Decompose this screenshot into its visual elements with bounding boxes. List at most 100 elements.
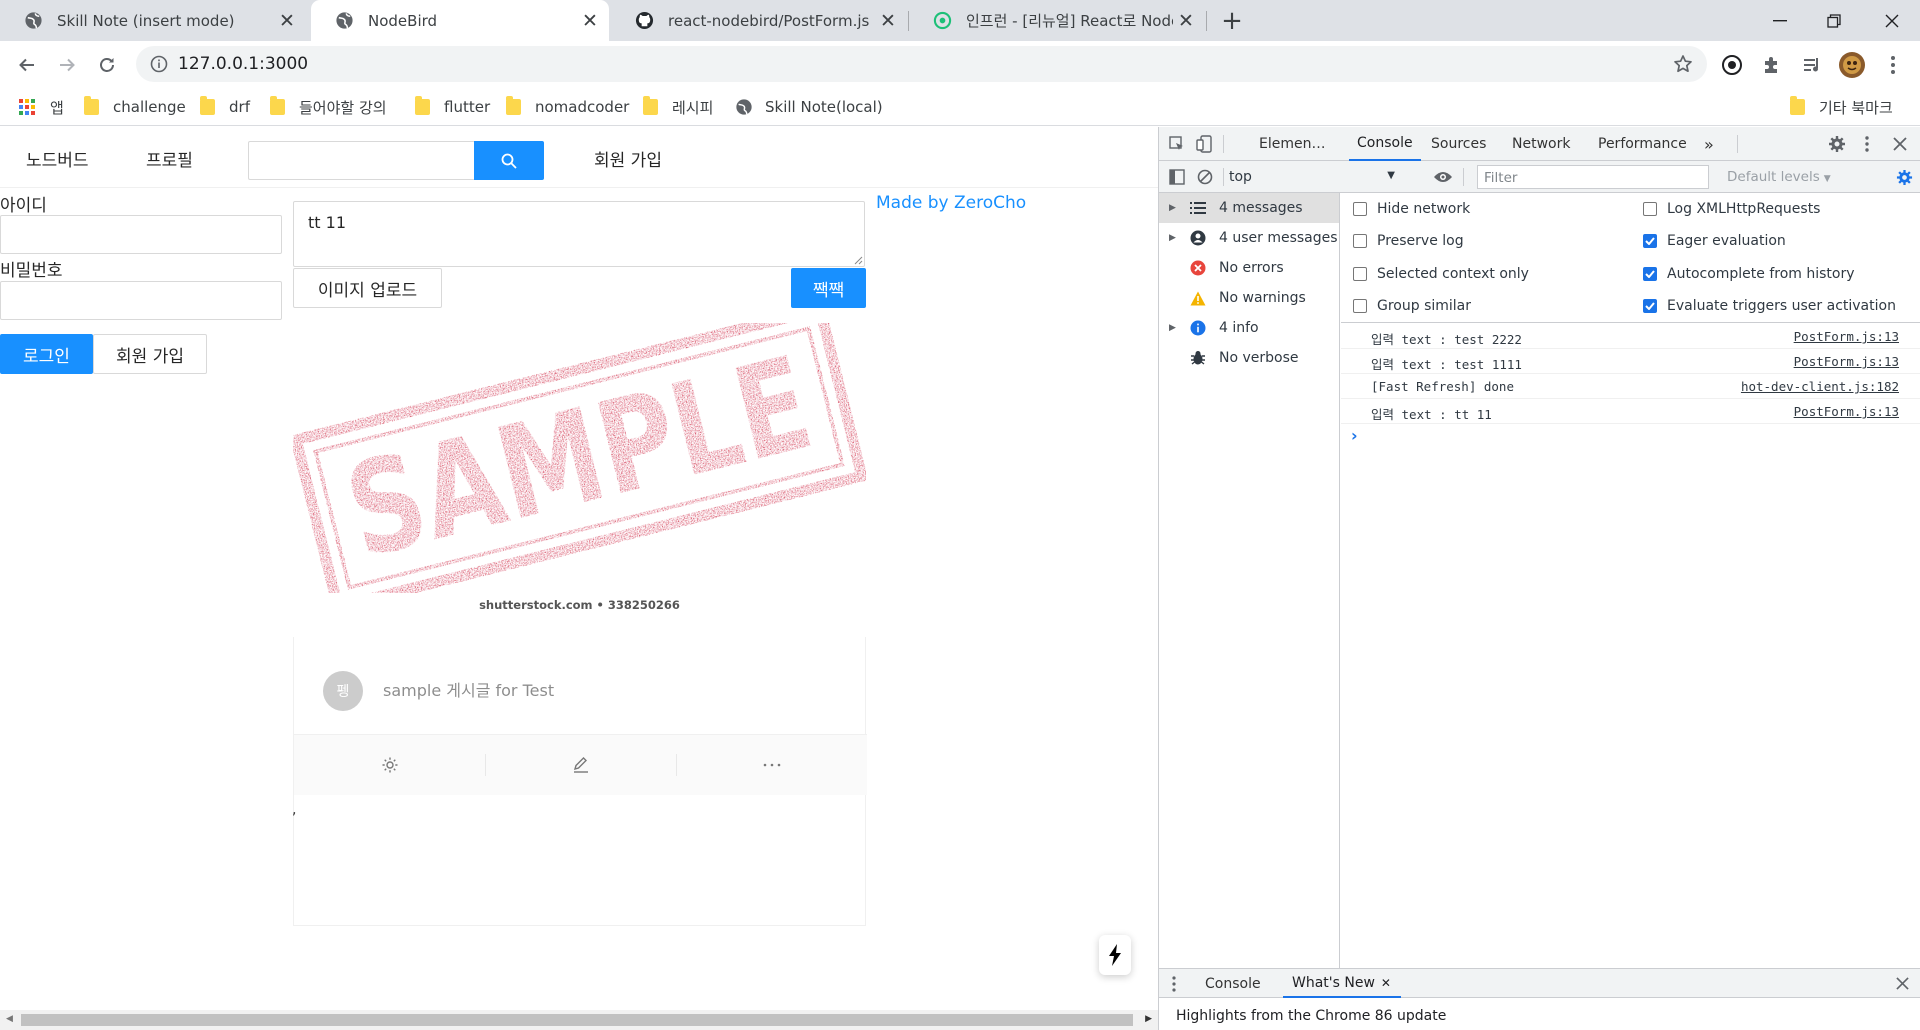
sidebar-item-verbose[interactable]: No verbose [1159, 343, 1339, 373]
user-activation-checkbox[interactable]: Evaluate triggers user activation [1643, 298, 1896, 314]
browser-tab-active[interactable]: NodeBird ✕ [311, 0, 609, 41]
scrollbar-thumb[interactable] [21, 1014, 1133, 1026]
new-tab-button[interactable]: + [1218, 6, 1246, 36]
hide-network-checkbox[interactable]: Hide network [1353, 201, 1470, 217]
close-tab-icon[interactable]: ✕ [577, 8, 603, 34]
close-tab-icon[interactable]: ✕ [875, 8, 901, 34]
tab-elements[interactable]: Elemen… [1259, 127, 1325, 161]
browser-tab[interactable]: react-nodebird/PostForm.js at m ✕ [611, 0, 907, 41]
close-drawer-icon[interactable] [1896, 977, 1909, 990]
profile-avatar[interactable] [1835, 48, 1869, 82]
context-selector[interactable]: top ▼ [1229, 165, 1395, 189]
log-source-link[interactable]: hot-dev-client.js:182 [1741, 379, 1899, 394]
tab-network[interactable]: Network [1512, 127, 1570, 161]
info-icon[interactable] [150, 55, 168, 73]
inspect-element-icon[interactable] [1169, 136, 1185, 152]
bookmark-folder[interactable]: nomadcoder [506, 96, 629, 118]
sidebar-item-warnings[interactable]: No warnings [1159, 283, 1339, 313]
log-levels-dropdown[interactable]: Default levels ▼ [1727, 169, 1831, 185]
tab-performance[interactable]: Performance [1598, 127, 1687, 161]
id-input[interactable] [0, 215, 282, 254]
login-button[interactable]: 로그인 [0, 334, 93, 374]
menu-item-signup[interactable]: 회원 가입 [594, 146, 662, 171]
preserve-log-checkbox[interactable]: Preserve log [1353, 233, 1464, 249]
submit-post-button[interactable]: 짹짹 [791, 268, 866, 308]
menu-item-profile[interactable]: 프로필 [146, 146, 193, 171]
autocomplete-history-checkbox[interactable]: Autocomplete from history [1643, 266, 1855, 282]
sidebar-item-messages[interactable]: ▶ 4 messages [1159, 193, 1339, 223]
device-toolbar-icon[interactable] [1196, 135, 1212, 153]
sidebar-toggle-icon[interactable] [1169, 169, 1185, 185]
forward-button[interactable] [50, 48, 84, 82]
browser-tab[interactable]: Skill Note (insert mode) ✕ [0, 0, 306, 41]
chrome-menu-button[interactable] [1876, 48, 1910, 82]
bookmark-folder[interactable]: challenge [84, 96, 186, 118]
bookmark-folder[interactable]: drf [200, 96, 250, 118]
browser-tab[interactable]: 인프런 - [리뉴얼] React로 NodeB ✕ [909, 0, 1205, 41]
console-settings-gear-icon[interactable] [1896, 169, 1913, 186]
group-similar-checkbox[interactable]: Group similar [1353, 298, 1471, 314]
bookmark-star-icon[interactable] [1673, 54, 1693, 74]
extension-button[interactable] [1715, 48, 1749, 82]
selected-context-checkbox[interactable]: Selected context only [1353, 266, 1529, 282]
more-tabs-icon[interactable]: » [1704, 127, 1714, 161]
bookmark-apps[interactable]: 앱 [18, 96, 64, 118]
bookmark-link[interactable]: Skill Note(local) [735, 96, 883, 118]
tab-sources[interactable]: Sources [1431, 127, 1486, 161]
settings-action[interactable] [294, 735, 485, 795]
close-tab-icon[interactable]: ✕ [1173, 8, 1199, 34]
credit-link[interactable]: Made by ZeroCho [876, 193, 1026, 213]
close-window-button[interactable] [1864, 0, 1920, 41]
sidebar-item-user-messages[interactable]: ▶ 4 user messages [1159, 223, 1339, 253]
address-bar[interactable]: 127.0.0.1:3000 [136, 46, 1707, 82]
drawer-tab-whats-new[interactable]: What's New ✕ [1283, 969, 1401, 998]
fast-refresh-indicator[interactable] [1099, 935, 1131, 975]
menu-item-home[interactable]: 노드버드 [26, 146, 89, 171]
bookmark-folder[interactable]: 들어야할 강의 [270, 96, 387, 118]
close-tab-icon[interactable]: ✕ [274, 8, 300, 34]
more-action[interactable] [677, 735, 867, 795]
extensions-button[interactable] [1755, 48, 1789, 82]
sidebar-item-info[interactable]: ▶ 4 info [1159, 313, 1339, 343]
dropdown-arrow-icon: ▼ [1823, 174, 1831, 184]
kebab-menu-icon[interactable] [1864, 135, 1870, 153]
reading-list-button[interactable] [1795, 48, 1829, 82]
log-source-link[interactable]: PostForm.js:13 [1794, 329, 1899, 344]
bookmark-folder[interactable]: flutter [415, 96, 490, 118]
gear-icon[interactable] [1828, 135, 1846, 153]
image-upload-button[interactable]: 이미지 업로드 [293, 268, 442, 308]
eager-evaluation-checkbox[interactable]: Eager evaluation [1643, 233, 1786, 249]
close-icon[interactable] [1893, 137, 1907, 151]
password-input[interactable] [0, 281, 282, 320]
reload-button[interactable] [90, 48, 124, 82]
post-textarea[interactable]: tt 11 [293, 201, 865, 267]
restore-button[interactable] [1806, 0, 1862, 41]
tab-console[interactable]: Console [1349, 127, 1421, 161]
scroll-right-icon[interactable]: ▶ [1145, 1014, 1152, 1024]
clear-console-icon[interactable] [1197, 169, 1213, 185]
search-input[interactable] [248, 141, 475, 180]
live-expression-eye-icon[interactable] [1433, 169, 1453, 185]
other-bookmarks[interactable]: 기타 북마크 [1790, 96, 1893, 118]
filter-input[interactable]: Filter [1477, 165, 1709, 189]
bookmark-folder[interactable]: 레시피 [643, 96, 713, 118]
checkbox-box [1353, 202, 1367, 216]
console-message: 입력 text : test 2222 PostForm.js:13 [1341, 324, 1920, 349]
drawer-tab-console[interactable]: Console [1205, 976, 1261, 992]
scroll-left-icon[interactable]: ◀ [6, 1014, 13, 1024]
log-source-link[interactable]: PostForm.js:13 [1794, 404, 1899, 419]
log-xhr-checkbox[interactable]: Log XMLHttpRequests [1643, 201, 1820, 217]
edit-action[interactable] [486, 735, 676, 795]
post-image[interactable]: SAMPLE shutterstock.com • 338250266 [293, 323, 866, 630]
sidebar-item-errors[interactable]: No errors [1159, 253, 1339, 283]
resize-handle-icon[interactable] [854, 256, 863, 265]
signup-button[interactable]: 회원 가입 [93, 334, 207, 374]
search-button[interactable] [474, 141, 544, 180]
horizontal-scrollbar[interactable]: ◀ ▶ [0, 1010, 1158, 1030]
console-prompt[interactable]: › [1341, 424, 1920, 454]
drawer-menu-icon[interactable] [1172, 976, 1176, 992]
minimize-button[interactable] [1752, 0, 1808, 41]
close-tab-icon[interactable]: ✕ [1381, 976, 1391, 990]
log-source-link[interactable]: PostForm.js:13 [1794, 354, 1899, 369]
back-button[interactable] [10, 48, 44, 82]
